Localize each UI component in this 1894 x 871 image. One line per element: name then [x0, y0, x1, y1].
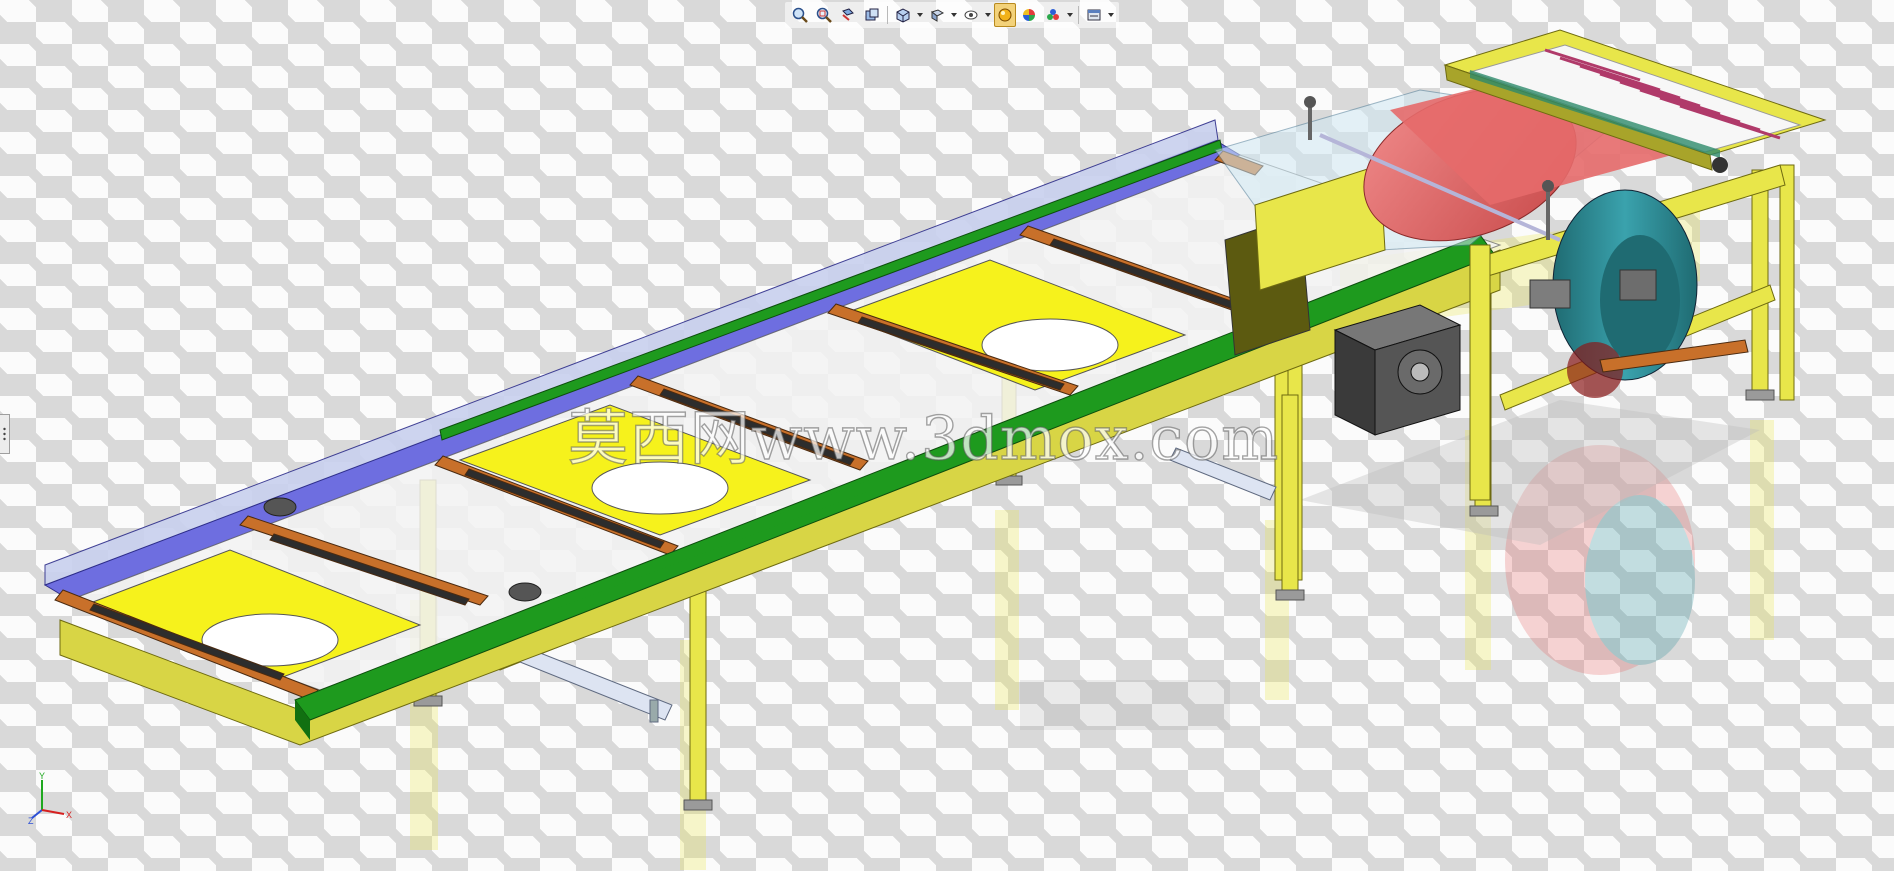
- triad-z-label: Z: [28, 816, 34, 826]
- zoom-to-area-button[interactable]: [813, 3, 835, 27]
- chevron-down-icon: [917, 13, 923, 17]
- conveyor-model[interactable]: [0, 0, 1894, 871]
- zoom-to-fit-button[interactable]: [789, 3, 811, 27]
- triad-x-label: X: [66, 810, 72, 820]
- hide-show-items-button[interactable]: [960, 3, 982, 27]
- chevron-down-icon: [1067, 13, 1073, 17]
- previous-view-button[interactable]: [837, 3, 859, 27]
- view-settings-button[interactable]: [1083, 3, 1105, 27]
- triad-y-label: Y: [39, 771, 45, 781]
- scene-lights-icon: [1047, 9, 1059, 20]
- view-orientation-dropdown[interactable]: [916, 4, 924, 26]
- heads-up-view-toolbar: [785, 2, 1119, 28]
- apply-scene-dropdown[interactable]: [1066, 4, 1074, 26]
- chevron-down-icon: [1108, 13, 1114, 17]
- hide-show-items-icon: [964, 10, 978, 20]
- chevron-down-icon: [985, 13, 991, 17]
- apply-scene-icon: [1023, 9, 1035, 21]
- view-orientation-button[interactable]: [892, 3, 914, 27]
- edit-appearance-button[interactable]: [994, 3, 1016, 27]
- apply-scene-button[interactable]: [1018, 3, 1040, 27]
- feature-manager-expand-handle[interactable]: [0, 414, 10, 454]
- gearbox: [1333, 304, 1462, 436]
- zoom-to-area-icon: [816, 7, 832, 23]
- expand-panel-icon: [3, 427, 6, 441]
- edit-appearance-icon: [998, 8, 1012, 22]
- chevron-down-icon: [951, 13, 957, 17]
- display-style-dropdown[interactable]: [950, 4, 958, 26]
- display-style-icon: [930, 9, 945, 22]
- section-view-button[interactable]: [861, 3, 883, 27]
- display-style-button[interactable]: [926, 3, 948, 27]
- toolbar-separator: [1078, 6, 1079, 24]
- triad-z-axis: [31, 809, 43, 819]
- view-settings-icon: [1087, 9, 1101, 21]
- triad-x-axis: [41, 809, 65, 815]
- graphics-area[interactable]: 莫西网www.3dmox.com Y Z X: [0, 0, 1894, 871]
- scene-lights-button[interactable]: [1042, 3, 1064, 27]
- toolbar-separator: [887, 6, 888, 24]
- section-view-icon: [865, 8, 879, 21]
- view-settings-dropdown[interactable]: [1107, 4, 1115, 26]
- previous-view-icon: [842, 8, 854, 21]
- hide-show-items-dropdown[interactable]: [984, 4, 992, 26]
- reference-triad: Y Z X: [28, 771, 72, 826]
- zoom-to-fit-icon: [792, 7, 808, 23]
- view-orientation-icon: [896, 8, 910, 23]
